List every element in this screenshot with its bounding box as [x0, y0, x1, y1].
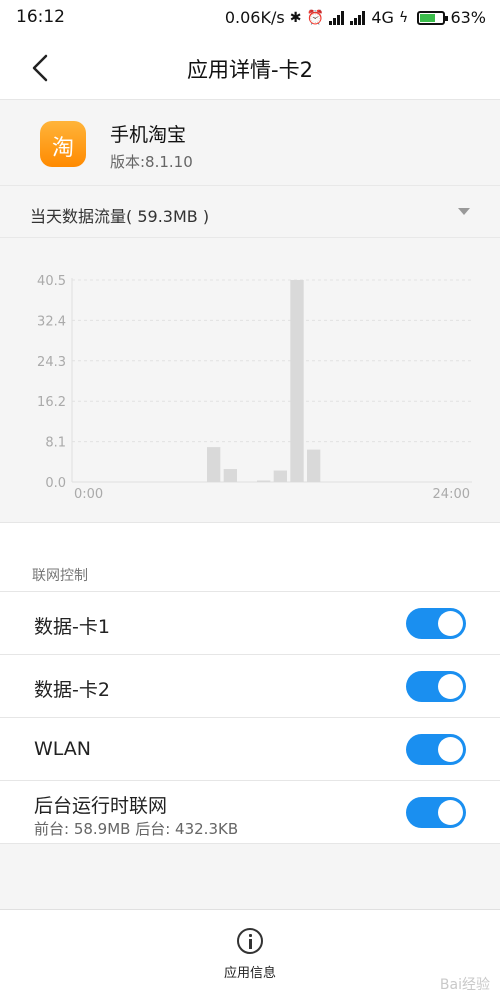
chart-bar [223, 469, 237, 482]
chart-bar [207, 447, 221, 482]
app-info: 淘 手机淘宝 版本:8.1.10 [0, 100, 500, 186]
toggle-row-wlan[interactable]: WLAN [0, 717, 500, 780]
toggle-row-sim2-data[interactable]: 数据-卡2 [0, 654, 500, 717]
toggle-row-background-data[interactable]: 后台运行时联网 前台: 58.9MB 后台: 432.3KB [0, 780, 500, 843]
toggle-label: 数据-卡1 [34, 616, 110, 638]
traffic-chart-svg: 40.5 32.4 24.3 16.2 8.1 0.0 0:00 24:00 [37, 274, 472, 502]
traffic-chart: 40.5 32.4 24.3 16.2 8.1 0.0 0:00 24:00 [0, 238, 500, 523]
y-tick-label: 16.2 [37, 395, 66, 410]
toggle-label: 数据-卡2 [34, 679, 110, 701]
toggle-knob [438, 737, 463, 762]
toggle-knob [438, 674, 463, 699]
spacer [0, 843, 500, 909]
bottom-bar: 应用信息 Bai经验 [0, 909, 500, 1000]
chart-bar [290, 280, 304, 482]
sim1-data-toggle[interactable] [406, 608, 466, 639]
x-tick-label-end: 24:00 [433, 487, 470, 502]
chart-bar [257, 480, 271, 482]
traffic-label: 当天数据流量( 59.3MB ) [30, 207, 210, 226]
toggle-row-sim1-data[interactable]: 数据-卡1 [0, 591, 500, 654]
battery-percent: 63% [450, 8, 486, 27]
network-control-section: 联网控制 数据-卡1 数据-卡2 WLAN 后台运行时联网 前台: 58.9MB… [0, 523, 500, 843]
traffic-dropdown[interactable]: 当天数据流量( 59.3MB ) [0, 186, 500, 238]
y-tick-label: 0.0 [45, 476, 66, 491]
y-tick-label: 24.3 [37, 355, 66, 370]
toggle-knob [438, 611, 463, 636]
x-tick-label-start: 0:00 [74, 487, 103, 502]
baidu-watermark: Bai经验 [439, 977, 490, 993]
app-info-button[interactable]: 应用信息 [210, 926, 290, 986]
bluetooth-icon: ✱ [289, 9, 302, 26]
info-icon [237, 928, 263, 954]
y-tick-label: 32.4 [37, 314, 66, 329]
app-info-label: 应用信息 [223, 966, 276, 981]
wlan-toggle[interactable] [406, 734, 466, 765]
title-bar: 应用详情-卡2 [0, 34, 500, 100]
signal-icon [329, 10, 345, 25]
taobao-app-icon: 淘 [40, 121, 86, 167]
section-title: 联网控制 [32, 568, 88, 584]
usage-breakdown: 前台: 58.9MB 后台: 432.3KB [34, 820, 239, 838]
status-time: 16:12 [16, 7, 65, 27]
app-name: 手机淘宝 [110, 124, 187, 146]
status-icons: 0.06K/s ✱ ⏰ 4G ϟ 63% [225, 7, 486, 27]
battery-icon [417, 10, 449, 25]
sim2-data-toggle[interactable] [406, 671, 466, 702]
network-speed: 0.06K/s [224, 8, 285, 27]
network-type: 4G [371, 8, 394, 27]
page-title: 应用详情-卡2 [187, 58, 313, 82]
chart-bar [273, 470, 287, 482]
status-bar: 16:12 0.06K/s ✱ ⏰ 4G ϟ 63% [0, 0, 500, 34]
app-icon-glyph: 淘 [51, 136, 74, 161]
alarm-icon: ⏰ [306, 9, 325, 26]
toggle-knob [438, 800, 463, 825]
background-data-toggle[interactable] [406, 797, 466, 828]
dropdown-arrow-icon [458, 208, 470, 215]
hd-signal-icon [350, 10, 366, 25]
toggle-label: WLAN [34, 738, 92, 760]
y-tick-label: 40.5 [37, 274, 66, 289]
app-version: 版本:8.1.10 [110, 153, 193, 171]
chart-bar [307, 449, 321, 482]
battery-fill [420, 13, 436, 22]
y-tick-label: 8.1 [45, 436, 66, 451]
data-saver-icon: ϟ [399, 9, 409, 26]
toggle-label: 后台运行时联网 [34, 795, 168, 817]
